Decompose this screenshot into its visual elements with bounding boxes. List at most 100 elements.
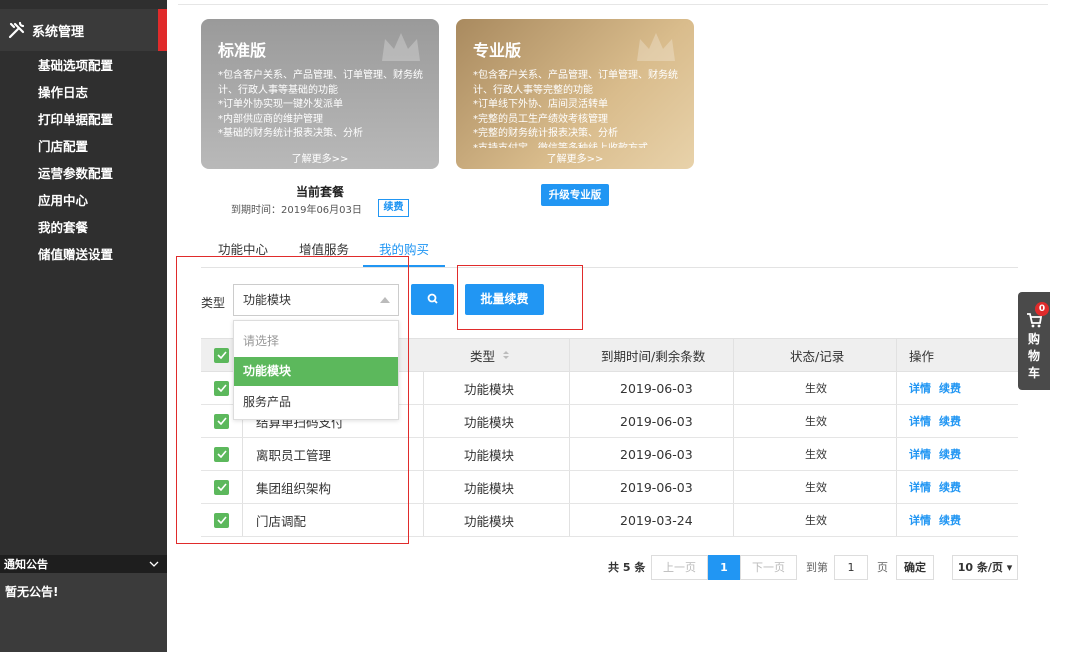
pager-page-unit: 页 [877, 561, 888, 574]
pro-plan-line: *包含客户关系、产品管理、订单管理、财务统计、行政人事等完整的功能 [473, 70, 678, 96]
standard-plan-line: *基础的财务统计报表决策、分析 [218, 128, 363, 139]
sidebar-item-operation-log[interactable]: 操作日志 [38, 84, 113, 111]
pager-next-button[interactable]: 下一页 [740, 555, 797, 580]
row-status: 生效 [805, 481, 827, 494]
column-divider [423, 504, 424, 536]
pro-plan-line: *完整的财务统计报表决策、分析 [473, 128, 618, 139]
column-divider [569, 438, 570, 470]
column-divider [896, 471, 897, 503]
notice-body: 暂无公告! [0, 573, 167, 652]
notice-title: 通知公告 [4, 558, 48, 571]
pager-total: 共 5 条 [608, 561, 646, 574]
standard-plan-line: *内部供应商的维护管理 [218, 113, 323, 125]
cart-label: 购物车 [1027, 332, 1040, 380]
sidebar: 系统管理 基础选项配置 操作日志 打印单据配置 门店配置 运营参数配置 应用中心… [0, 0, 167, 652]
standard-learn-more-link[interactable]: 了解更多>> [201, 150, 439, 165]
row-type: 功能模块 [464, 414, 515, 430]
sort-icon [503, 351, 510, 359]
column-divider [569, 372, 570, 404]
shopping-cart-button[interactable]: 0 购物车 [1018, 292, 1050, 390]
pro-plan-line: *完整的员工生产绩效考核管理 [473, 113, 608, 125]
column-divider [896, 372, 897, 404]
row-renew-link[interactable]: 续费 [939, 479, 961, 495]
row-expiry: 2019-06-03 [620, 479, 693, 495]
tools-icon [8, 21, 25, 39]
renew-plan-button[interactable]: 续费 [378, 199, 409, 217]
row-expiry: 2019-06-03 [620, 380, 693, 396]
column-divider [896, 339, 897, 371]
sidebar-item-basic-options[interactable]: 基础选项配置 [38, 57, 113, 84]
column-divider [733, 372, 734, 404]
pager-size-value: 10 条/页 [957, 561, 1003, 574]
column-divider [733, 405, 734, 437]
standard-plan-card[interactable]: 标准版 *包含客户关系、产品管理、订单管理、财务统计、行政人事等基础的功能 *订… [201, 19, 439, 169]
col-status-header: 状态/记录 [790, 348, 845, 364]
column-divider [733, 504, 734, 536]
pro-learn-more-link[interactable]: 了解更多>> [456, 150, 694, 165]
annotation-box [457, 265, 583, 330]
row-status: 生效 [805, 415, 827, 428]
column-divider [423, 372, 424, 404]
col-type-label: 类型 [470, 348, 496, 364]
upgrade-pro-button[interactable]: 升级专业版 [541, 184, 609, 206]
row-status: 生效 [805, 514, 827, 527]
column-divider [733, 339, 734, 371]
cart-count-badge: 0 [1035, 302, 1049, 316]
crown-icon [637, 33, 675, 61]
notice-header[interactable]: 通知公告 [0, 555, 167, 573]
pager-prev-button[interactable]: 上一页 [651, 555, 708, 580]
row-expiry: 2019-06-03 [620, 413, 693, 429]
pager-goto-input[interactable]: 1 [834, 555, 868, 580]
pager-current-page[interactable]: 1 [708, 555, 740, 580]
sidebar-item-operation-params[interactable]: 运营参数配置 [38, 165, 113, 192]
pro-plan-line: *订单线下外协、店间灵活转单 [473, 99, 608, 110]
sidebar-item-app-center[interactable]: 应用中心 [38, 192, 113, 219]
column-divider [896, 405, 897, 437]
standard-plan-line: *包含客户关系、产品管理、订单管理、财务统计、行政人事等基础的功能 [218, 70, 423, 96]
row-expiry: 2019-06-03 [620, 446, 693, 462]
current-plan-label: 当前套餐 [296, 185, 345, 199]
row-detail-link[interactable]: 详情 [909, 413, 931, 429]
search-button[interactable] [411, 284, 454, 315]
row-renew-link[interactable]: 续费 [939, 380, 961, 396]
row-renew-link[interactable]: 续费 [939, 512, 961, 528]
sidebar-item-store-config[interactable]: 门店配置 [38, 138, 113, 165]
pager-goto-label: 到第 [806, 561, 828, 574]
row-detail-link[interactable]: 详情 [909, 446, 931, 462]
column-divider [569, 471, 570, 503]
row-detail-link[interactable]: 详情 [909, 380, 931, 396]
row-status: 生效 [805, 448, 827, 461]
row-type: 功能模块 [464, 480, 515, 496]
plan-expiry: 到期时间：2019年06月03日 [231, 205, 362, 216]
row-detail-link[interactable]: 详情 [909, 479, 931, 495]
search-icon [427, 293, 438, 304]
sidebar-item-stored-value[interactable]: 储值赠送设置 [38, 246, 113, 273]
row-type: 功能模块 [464, 513, 515, 529]
column-divider [896, 504, 897, 536]
sidebar-item-print-config[interactable]: 打印单据配置 [38, 111, 113, 138]
sidebar-menu: 基础选项配置 操作日志 打印单据配置 门店配置 运营参数配置 应用中心 我的套餐… [38, 57, 113, 273]
row-renew-link[interactable]: 续费 [939, 446, 961, 462]
column-divider [569, 339, 570, 371]
column-divider [423, 405, 424, 437]
row-type: 功能模块 [464, 447, 515, 463]
column-divider [569, 504, 570, 536]
row-renew-link[interactable]: 续费 [939, 413, 961, 429]
chevron-down-icon [149, 561, 159, 567]
sidebar-header[interactable]: 系统管理 [0, 9, 167, 51]
pro-plan-card[interactable]: 专业版 *包含客户关系、产品管理、订单管理、财务统计、行政人事等完整的功能 *订… [456, 19, 694, 169]
sidebar-header-label: 系统管理 [32, 24, 85, 40]
top-divider [178, 4, 1048, 5]
column-divider [733, 471, 734, 503]
active-indicator [158, 9, 167, 51]
row-type: 功能模块 [464, 381, 515, 397]
row-expiry: 2019-03-24 [620, 512, 693, 528]
pager-confirm-button[interactable]: 确定 [896, 555, 934, 580]
column-divider [423, 438, 424, 470]
pager-size-select[interactable]: 10 条/页 ▾ [952, 555, 1018, 580]
row-detail-link[interactable]: 详情 [909, 512, 931, 528]
sidebar-item-my-plan[interactable]: 我的套餐 [38, 219, 113, 246]
col-type-header[interactable]: 类型 [470, 339, 511, 371]
crown-icon [382, 33, 420, 61]
col-actions-header: 操作 [909, 348, 935, 364]
